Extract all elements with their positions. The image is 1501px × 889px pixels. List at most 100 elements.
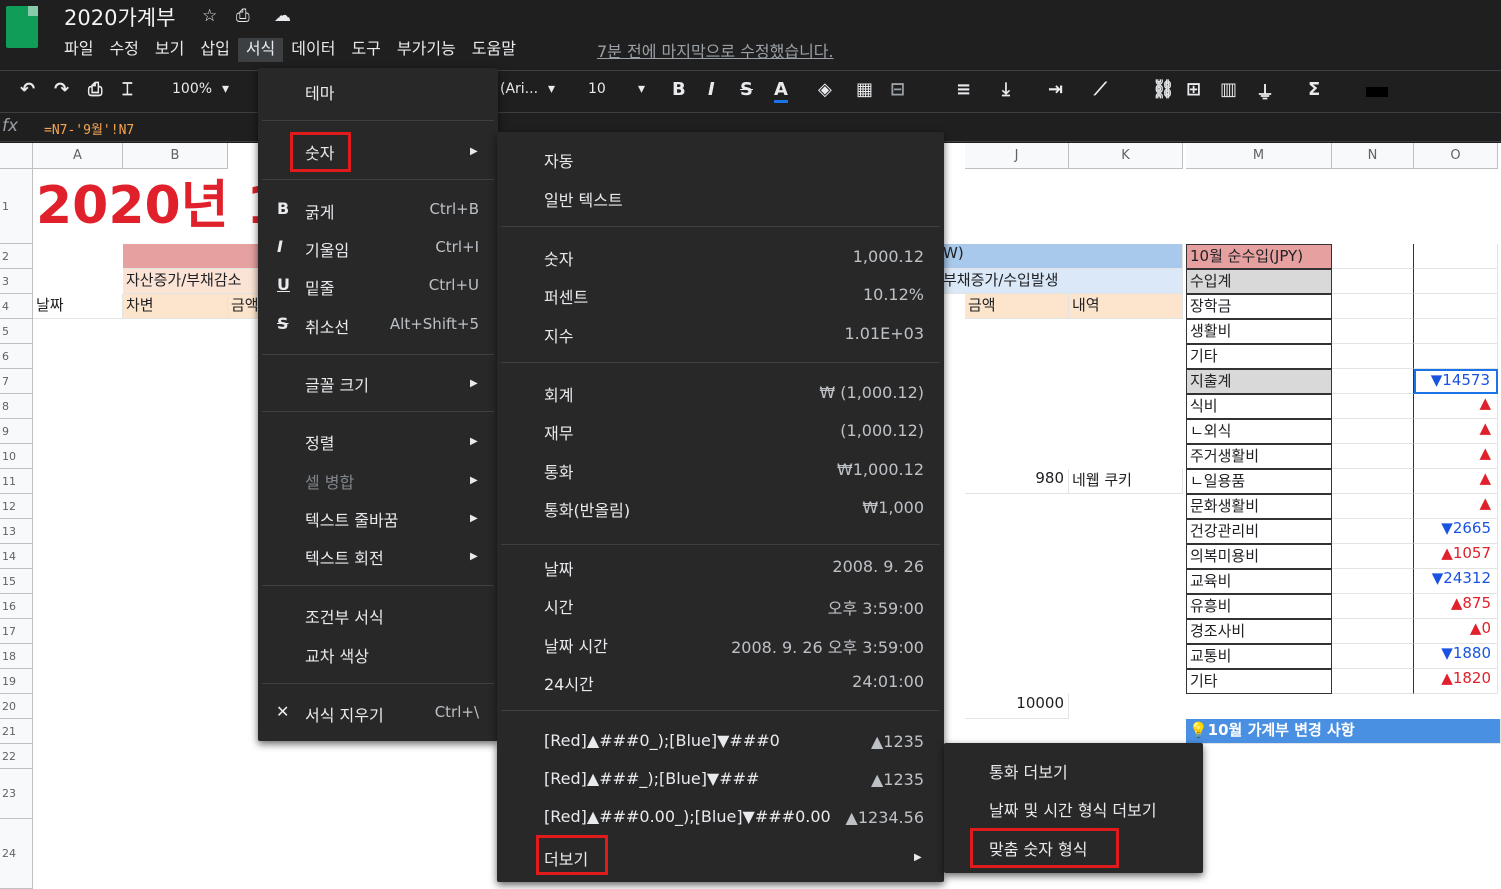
menu-addons[interactable]: 부가기능 — [389, 38, 464, 62]
sheet-title[interactable]: 2020년 1 — [33, 169, 273, 244]
paint-format-icon[interactable]: ⌶ — [122, 79, 133, 100]
summary-label[interactable]: 경조사비 — [1186, 619, 1332, 644]
summary-diff[interactable]: ▲ — [1414, 444, 1498, 469]
row-header[interactable]: 7 — [0, 369, 33, 394]
chevron-down-icon[interactable]: ▾ — [638, 81, 645, 97]
print-icon[interactable]: ⎙ — [88, 79, 102, 100]
number-format-item[interactable]: 퍼센트 — [544, 284, 588, 308]
row-header[interactable]: 13 — [0, 519, 33, 544]
summary-n[interactable] — [1332, 544, 1414, 569]
summary-n[interactable] — [1332, 319, 1414, 344]
number-format-item[interactable]: 날짜 — [544, 556, 573, 580]
col-header-b[interactable]: B — [123, 143, 228, 169]
cell-a4[interactable]: 날짜 — [33, 294, 123, 319]
borders-icon[interactable]: ▦ — [856, 79, 873, 100]
summary-n[interactable] — [1332, 419, 1414, 444]
font-size-select[interactable]: 10 — [588, 81, 606, 97]
row-header[interactable]: 23 — [0, 769, 33, 819]
summary-n[interactable] — [1332, 369, 1414, 394]
summary-n[interactable] — [1332, 344, 1414, 369]
summary-n[interactable] — [1332, 444, 1414, 469]
cell-j20[interactable]: 10000 — [965, 694, 1069, 719]
summary-diff[interactable]: ▼14573 — [1414, 369, 1498, 394]
summary-n[interactable] — [1332, 394, 1414, 419]
summary-label[interactable]: 교육비 — [1186, 569, 1332, 594]
format-menu-item[interactable]: 굵게 — [305, 199, 334, 223]
summary-n[interactable] — [1332, 244, 1414, 269]
undo-icon[interactable]: ↶ — [20, 79, 35, 100]
comment-icon[interactable]: ⊞ — [1186, 79, 1201, 100]
menu-insert[interactable]: 삽입 — [192, 38, 237, 62]
more-format-item[interactable]: 통화 더보기 — [989, 759, 1068, 783]
cell-k4[interactable]: 내역 — [1069, 294, 1183, 319]
font-select[interactable]: (Ari... — [500, 81, 538, 97]
summary-label[interactable]: 의복미용비 — [1186, 544, 1332, 569]
text-wrap-icon[interactable]: ⇥ — [1048, 79, 1063, 100]
summary-diff[interactable]: ▲ — [1414, 494, 1498, 519]
cell-b4[interactable]: 차변 — [123, 294, 228, 319]
summary-label[interactable]: 문화생활비 — [1186, 494, 1332, 519]
row-header[interactable]: 1 — [0, 169, 33, 244]
summary-diff[interactable]: ▼24312 — [1414, 569, 1498, 594]
col-header-a[interactable]: A — [33, 143, 123, 169]
row-header[interactable]: 10 — [0, 444, 33, 469]
summary-diff[interactable]: ▼2665 — [1414, 519, 1498, 544]
summary-diff[interactable] — [1414, 244, 1498, 269]
menu-help[interactable]: 도움말 — [464, 38, 524, 62]
summary-label[interactable]: 지출계 — [1186, 369, 1332, 394]
document-title[interactable]: 2020가계부 — [64, 2, 175, 32]
text-color-icon[interactable]: A — [774, 79, 788, 103]
summary-label[interactable]: 기타 — [1186, 344, 1332, 369]
summary-n[interactable] — [1332, 469, 1414, 494]
number-format-item[interactable]: 통화 — [544, 459, 573, 483]
notice-banner[interactable]: 💡10월 가계부 변경 사항 — [1186, 719, 1501, 744]
row-header[interactable]: 14 — [0, 544, 33, 569]
format-menu-item[interactable]: 교차 색상 — [305, 643, 369, 667]
summary-diff[interactable]: ▲0 — [1414, 619, 1498, 644]
summary-n[interactable] — [1332, 519, 1414, 544]
summary-label[interactable]: ㄴ외식 — [1186, 419, 1332, 444]
zoom-select[interactable]: 100% — [172, 81, 212, 97]
input-tools-icon[interactable] — [1366, 87, 1388, 97]
number-format-item[interactable]: 회계 — [544, 382, 573, 406]
summary-label[interactable]: 수입계 — [1186, 269, 1332, 294]
summary-diff[interactable]: ▲1057 — [1414, 544, 1498, 569]
summary-n[interactable] — [1332, 269, 1414, 294]
number-format-item[interactable]: 통화(반올림) — [544, 497, 630, 521]
align-icon[interactable]: ≡ — [956, 79, 971, 100]
cell-k11[interactable]: 네웹 쿠키 — [1069, 469, 1183, 494]
col-header-k[interactable]: K — [1069, 143, 1183, 169]
summary-n[interactable] — [1332, 644, 1414, 669]
cell-j4[interactable]: 금액 — [965, 294, 1069, 319]
chevron-down-icon[interactable]: ▾ — [222, 81, 229, 97]
format-menu-item[interactable]: 밑줄 — [305, 275, 334, 299]
summary-label[interactable]: 기타 — [1186, 669, 1332, 694]
number-format-item[interactable]: 지수 — [544, 323, 573, 347]
format-menu-item[interactable]: 텍스트 줄바꿈 — [305, 507, 398, 531]
summary-diff[interactable]: ▲1820 — [1414, 669, 1498, 694]
summary-label[interactable]: 교통비 — [1186, 644, 1332, 669]
move-folder-icon[interactable]: ⎙ — [236, 6, 250, 26]
row-header[interactable]: 17 — [0, 619, 33, 644]
row-header[interactable]: 2 — [0, 244, 33, 269]
format-menu-item[interactable]: 텍스트 회전 — [305, 545, 384, 569]
summary-n[interactable] — [1332, 569, 1414, 594]
format-menu-item[interactable]: 정렬 — [305, 430, 334, 454]
last-edit-link[interactable]: 7분 전에 마지막으로 수정했습니다. — [597, 38, 834, 62]
italic-icon[interactable]: I — [708, 79, 715, 100]
summary-diff[interactable] — [1414, 319, 1498, 344]
link-icon[interactable]: ⛓ — [1152, 79, 1175, 100]
row-header[interactable]: 20 — [0, 694, 33, 719]
format-menu-item[interactable]: 취소선 — [305, 314, 349, 338]
cloud-status-icon[interactable]: ☁ — [274, 6, 291, 26]
summary-diff[interactable]: ▲875 — [1414, 594, 1498, 619]
number-format-item[interactable]: 숫자 — [544, 246, 573, 270]
summary-diff[interactable]: ▲ — [1414, 419, 1498, 444]
summary-diff[interactable]: ▲ — [1414, 469, 1498, 494]
functions-icon[interactable]: Σ — [1308, 79, 1320, 100]
number-format-item[interactable]: 일반 텍스트 — [544, 187, 623, 211]
number-format-item[interactable]: 시간 — [544, 594, 573, 618]
summary-n[interactable] — [1332, 594, 1414, 619]
cell-j3[interactable]: 부채증가/수입발생 — [940, 269, 1183, 294]
col-header-j[interactable]: J — [965, 143, 1069, 169]
